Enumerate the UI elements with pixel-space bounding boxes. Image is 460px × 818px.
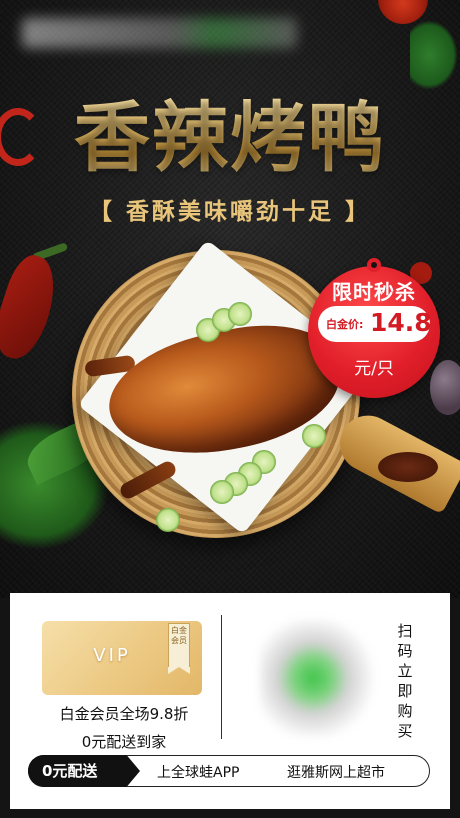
blurred-header-logo: [22, 18, 297, 48]
flash-sale-label: 限时秒杀: [332, 280, 416, 304]
promo-store-text: 逛雅斯网上超市: [287, 765, 385, 781]
price-pill: 白金价: 14.8: [318, 306, 432, 342]
vip-card[interactable]: VIP 白金会员: [42, 621, 202, 695]
price-unit: 元/只: [354, 359, 394, 379]
vip-ribbon: 白金会员: [168, 623, 190, 674]
cucumber-slice-image: [156, 508, 180, 532]
scan-to-buy-text: 扫码立即购买: [397, 622, 413, 740]
cucumber-slice-image: [210, 480, 234, 504]
member-discount-text: 白金会员全场9.8折: [59, 705, 189, 723]
cucumber-slice-image: [228, 302, 252, 326]
cucumber-slice-image: [302, 424, 326, 448]
bottom-info-panel: VIP 白金会员 白金会员全场9.8折 0元配送到家 扫码立即购买 0元配送 上…: [10, 593, 450, 809]
page-subtitle: 【 香酥美味嚼劲十足 】: [88, 199, 371, 225]
qr-code-image[interactable]: [260, 619, 378, 737]
price-label: 白金价:: [326, 318, 364, 331]
vertical-divider: [221, 615, 222, 739]
star-anise-image: [378, 452, 438, 482]
vip-label: VIP: [93, 645, 131, 666]
promo-bar[interactable]: 0元配送 上全球蛙APP 逛雅斯网上超市: [28, 755, 430, 787]
free-delivery-text: 0元配送到家: [81, 733, 167, 751]
badge-hanger: [367, 258, 381, 272]
price-badge: 限时秒杀 白金价: 14.8 元/只: [308, 266, 440, 398]
page-title: 香辣烤鸭: [0, 76, 460, 186]
promo-app-text: 上全球蛙APP: [157, 765, 240, 781]
price-value: 14.8: [370, 308, 432, 337]
free-delivery-tag: 0元配送: [28, 755, 140, 787]
